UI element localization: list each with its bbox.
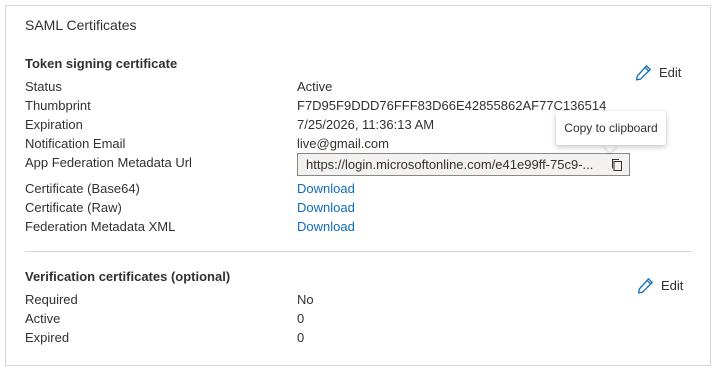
edit-label: Edit [661, 278, 684, 293]
edit-label: Edit [659, 65, 682, 80]
thumbprint-label: Thumbprint [25, 98, 91, 113]
active-value: 0 [297, 311, 305, 326]
metadata-url-value: https://login.microsoftonline.com/e41e99… [306, 157, 594, 172]
copy-icon[interactable] [609, 157, 625, 173]
expiration-value: 7/25/2026, 11:36:13 AM [297, 117, 435, 132]
verification-title: Verification certificates (optional) [25, 269, 231, 284]
expired-label: Expired [25, 330, 70, 345]
metadata-url-field[interactable]: https://login.microsoftonline.com/e41e99… [297, 153, 630, 176]
pencil-icon [637, 278, 653, 294]
card-title: SAML Certificates [25, 17, 137, 33]
section-divider [25, 251, 692, 252]
saml-certificates-card: SAML Certificates Token signing certific… [5, 5, 711, 366]
certificate-raw-download-link[interactable]: Download [297, 199, 355, 217]
copy-tooltip: Copy to clipboard [556, 111, 666, 145]
expired-value: 0 [297, 330, 305, 345]
federation-metadata-xml-download-link[interactable]: Download [297, 218, 355, 236]
notification-email-value: live@gmail.com [297, 136, 389, 151]
metadata-url-label: App Federation Metadata Url [25, 155, 192, 170]
status-label: Status [25, 79, 62, 94]
certificate-base64-download-link[interactable]: Download [297, 180, 355, 198]
active-label: Active [25, 311, 61, 326]
token-signing-edit-button[interactable]: Edit [635, 64, 681, 81]
required-label: Required [25, 292, 78, 307]
certificate-base64-label: Certificate (Base64) [25, 181, 140, 196]
token-signing-title: Token signing certificate [25, 56, 178, 71]
federation-metadata-xml-label: Federation Metadata XML [25, 219, 176, 234]
pencil-icon [635, 65, 651, 81]
required-value: No [297, 292, 314, 307]
verification-edit-button[interactable]: Edit [637, 277, 683, 294]
status-value: Active [297, 79, 333, 94]
certificate-raw-label: Certificate (Raw) [25, 200, 122, 215]
notification-email-label: Notification Email [25, 136, 126, 151]
expiration-label: Expiration [25, 117, 83, 132]
